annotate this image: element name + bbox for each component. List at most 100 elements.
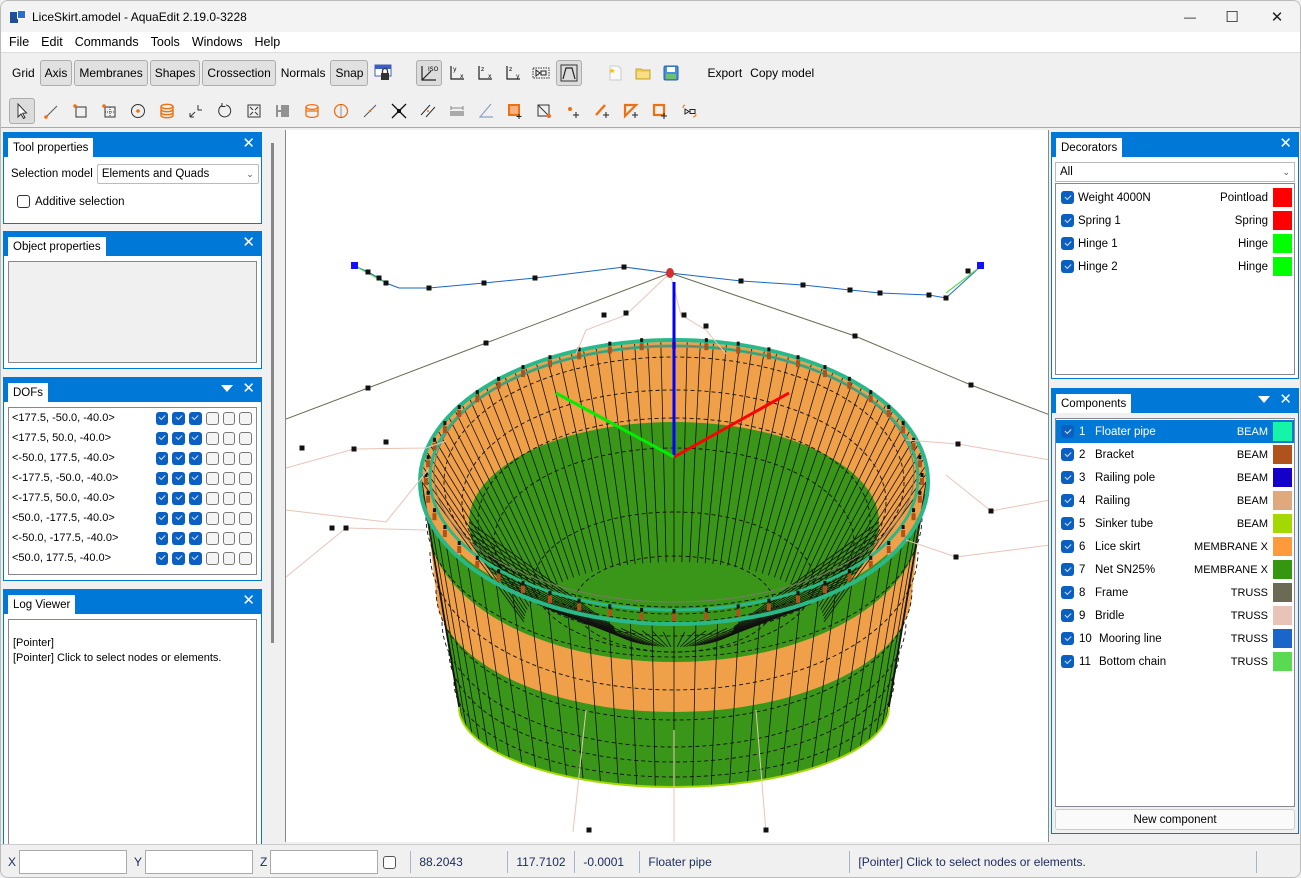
- dof-checkbox[interactable]: [189, 491, 202, 505]
- dof-checkbox[interactable]: [172, 451, 186, 465]
- components-close-icon[interactable]: ✕: [1279, 392, 1292, 408]
- new-component-button[interactable]: New component: [1055, 809, 1295, 830]
- log-viewer-close-icon[interactable]: ✕: [242, 593, 255, 609]
- move-icon[interactable]: [183, 98, 209, 124]
- normals-toggle[interactable]: Normals: [277, 60, 330, 86]
- iso-view-icon[interactable]: ISO: [416, 60, 443, 86]
- dof-checkbox[interactable]: [189, 431, 202, 445]
- dof-checkbox[interactable]: [205, 551, 219, 565]
- dof-checkbox[interactable]: [189, 531, 202, 545]
- component-color-swatch[interactable]: [1273, 537, 1292, 556]
- dof-checkbox[interactable]: [172, 411, 186, 425]
- dof-checkbox[interactable]: [239, 551, 252, 565]
- close-button[interactable]: ✕: [1254, 1, 1300, 32]
- dof-checkbox[interactable]: [189, 511, 202, 525]
- component-color-swatch[interactable]: [1273, 422, 1292, 441]
- snap-toggle[interactable]: Snap: [330, 60, 369, 86]
- array-icon[interactable]: [270, 98, 296, 124]
- component-row[interactable]: 11 Bottom chain TRUSS: [1056, 650, 1294, 673]
- dof-checkbox[interactable]: [155, 531, 169, 545]
- decorator-row[interactable]: Weight 4000N Pointload: [1056, 186, 1294, 209]
- dof-checkbox[interactable]: [239, 451, 252, 465]
- save-icon[interactable]: [658, 60, 684, 86]
- dof-checkbox[interactable]: [239, 411, 252, 425]
- dof-checkbox[interactable]: [205, 431, 219, 445]
- dof-checkbox[interactable]: [205, 511, 219, 525]
- dof-checkbox[interactable]: [172, 511, 186, 525]
- component-color-swatch[interactable]: [1273, 468, 1292, 487]
- dof-checkbox[interactable]: [189, 551, 202, 565]
- component-checkbox[interactable]: [1061, 563, 1074, 576]
- copy-model-button[interactable]: Copy model: [746, 60, 818, 86]
- component-row[interactable]: 1 Floater pipe BEAM: [1056, 420, 1294, 443]
- y-input[interactable]: [145, 850, 254, 874]
- component-checkbox[interactable]: [1061, 494, 1074, 507]
- angle-icon[interactable]: [473, 98, 499, 124]
- component-checkbox[interactable]: [1061, 655, 1074, 668]
- component-checkbox[interactable]: [1061, 425, 1074, 438]
- component-row[interactable]: 4 Railing BEAM: [1056, 489, 1294, 512]
- dof-checkbox[interactable]: [155, 491, 169, 505]
- rotate-icon[interactable]: [212, 98, 238, 124]
- z-input[interactable]: [270, 850, 379, 874]
- export-button[interactable]: Export: [703, 60, 746, 86]
- measure-icon[interactable]: [444, 98, 470, 124]
- decorator-checkbox[interactable]: [1061, 260, 1074, 273]
- line-icon[interactable]: [357, 98, 383, 124]
- component-color-swatch[interactable]: [1273, 629, 1292, 648]
- dof-checkbox[interactable]: [239, 491, 252, 505]
- dof-checkbox[interactable]: [222, 431, 236, 445]
- component-color-swatch[interactable]: [1273, 652, 1292, 671]
- menu-windows[interactable]: Windows: [188, 35, 247, 49]
- add-line-icon[interactable]: [38, 98, 64, 124]
- add-quad-outline-icon[interactable]: [647, 98, 673, 124]
- crossection-toggle[interactable]: Crossection: [202, 60, 276, 86]
- dof-checkbox[interactable]: [172, 471, 186, 485]
- pointer-icon[interactable]: [9, 97, 35, 124]
- open-folder-icon[interactable]: [630, 60, 656, 86]
- menu-tools[interactable]: Tools: [147, 35, 184, 49]
- dof-checkbox[interactable]: [222, 531, 236, 545]
- add-grid-icon[interactable]: [96, 98, 122, 124]
- dof-checkbox[interactable]: [172, 531, 186, 545]
- scale-icon[interactable]: [241, 98, 267, 124]
- 3d-viewport[interactable]: [285, 130, 1049, 842]
- dof-checkbox[interactable]: [205, 451, 219, 465]
- new-file-icon[interactable]: [602, 60, 628, 86]
- dof-checkbox[interactable]: [189, 471, 202, 485]
- xy-view-icon[interactable]: yx: [444, 60, 470, 86]
- decorators-close-icon[interactable]: ✕: [1279, 136, 1292, 152]
- decorator-color-swatch[interactable]: [1273, 211, 1292, 230]
- dof-checkbox[interactable]: [222, 491, 236, 505]
- lock-view-icon[interactable]: [370, 60, 396, 86]
- add-tri-icon[interactable]: [618, 98, 644, 124]
- cylinder-outline-icon[interactable]: [299, 98, 325, 124]
- coord-lock-checkbox[interactable]: [383, 855, 397, 869]
- dof-checkbox[interactable]: [239, 511, 252, 525]
- component-color-swatch[interactable]: [1273, 491, 1292, 510]
- dof-checkbox[interactable]: [222, 411, 236, 425]
- decorator-row[interactable]: Hinge 1 Hinge: [1056, 232, 1294, 255]
- decorator-filter-dropdown[interactable]: All ⌄: [1055, 162, 1295, 182]
- add-rectangle-icon[interactable]: [67, 98, 93, 124]
- dofs-menu-icon[interactable]: [221, 385, 233, 392]
- component-row[interactable]: 9 Bridle TRUSS: [1056, 604, 1294, 627]
- menu-edit[interactable]: Edit: [37, 35, 67, 49]
- component-checkbox[interactable]: [1061, 632, 1074, 645]
- component-row[interactable]: 6 Lice skirt MEMBRANE X: [1056, 535, 1294, 558]
- dof-checkbox[interactable]: [239, 531, 252, 545]
- dof-checkbox[interactable]: [205, 531, 219, 545]
- component-color-swatch[interactable]: [1273, 606, 1292, 625]
- minimize-button[interactable]: —: [1167, 1, 1213, 32]
- component-checkbox[interactable]: [1061, 448, 1074, 461]
- component-row[interactable]: 7 Net SN25% MEMBRANE X: [1056, 558, 1294, 581]
- fit-view-icon[interactable]: [528, 60, 554, 86]
- grid-toggle[interactable]: Grid: [8, 60, 39, 86]
- dof-checkbox[interactable]: [155, 431, 169, 445]
- component-row[interactable]: 3 Railing pole BEAM: [1056, 466, 1294, 489]
- yz-view-icon[interactable]: zy: [500, 60, 526, 86]
- dofs-close-icon[interactable]: ✕: [242, 381, 255, 397]
- component-checkbox[interactable]: [1061, 609, 1074, 622]
- decorator-color-swatch[interactable]: [1273, 257, 1292, 276]
- left-panel-scrollbar[interactable]: [271, 143, 274, 643]
